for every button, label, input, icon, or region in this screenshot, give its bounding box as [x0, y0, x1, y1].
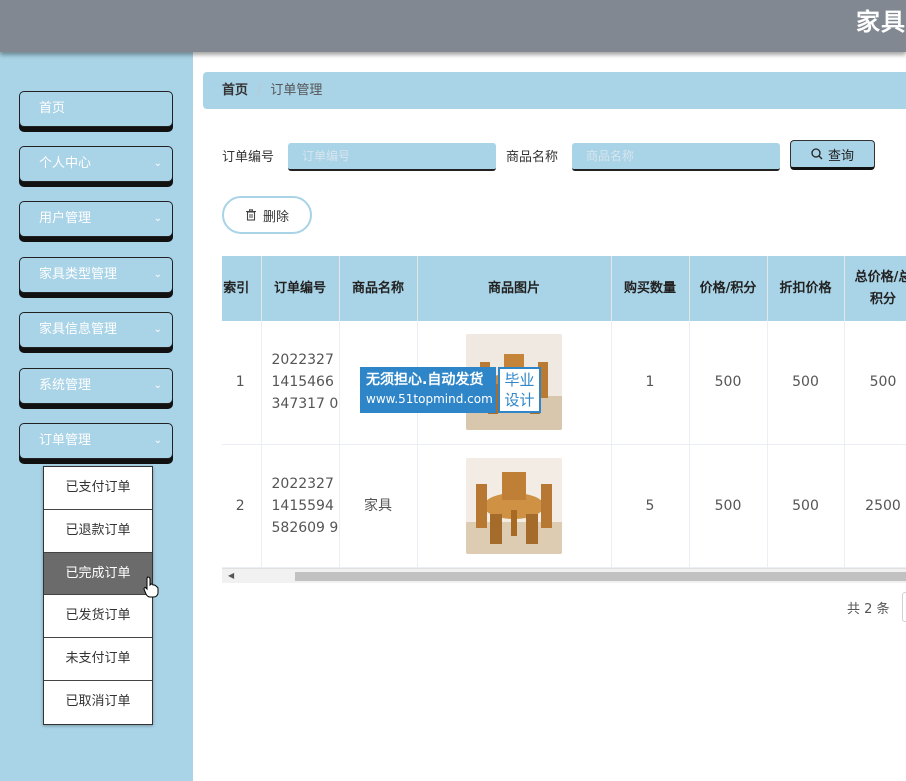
- order-number-label: 订单编号: [222, 150, 275, 165]
- product-image[interactable]: [466, 457, 562, 554]
- watermark-banner: 无须担心.自动发货 www.51topmind.com 毕业设计: [360, 367, 545, 413]
- column-header-order-no: 订单编号: [261, 256, 340, 321]
- sidebar-item-label: 订单管理: [39, 433, 92, 448]
- submenu-item-paid[interactable]: 已支付订单: [44, 467, 152, 510]
- cell-quantity: 1: [611, 321, 690, 445]
- cell-product-image: [417, 444, 612, 568]
- table-horizontal-scrollbar[interactable]: ◀: [222, 568, 906, 583]
- cell-discount: 500: [767, 444, 845, 568]
- top-header: 家具: [0, 0, 906, 52]
- query-button-label: 查询: [827, 148, 854, 164]
- hand-cursor-icon: [143, 576, 159, 598]
- page-size-select[interactable]: [902, 592, 906, 622]
- column-header-product-image: 商品图片: [417, 256, 612, 321]
- table-row[interactable]: 1 20223271415466347317 0 1 500 500 500: [222, 321, 906, 445]
- chevron-down-icon: ⌄: [153, 213, 162, 224]
- orders-table: 索引 订单编号 商品名称 商品图片 购买数量 价格/积分 折扣价格 总价格/总积…: [222, 256, 906, 568]
- sidebar-item-orders[interactable]: 订单管理 ⌄: [19, 423, 173, 459]
- pagination-total: 共 2 条: [847, 602, 890, 617]
- chevron-down-icon: ⌄: [153, 435, 162, 446]
- chevron-down-icon: ⌄: [153, 324, 162, 335]
- scrollbar-thumb[interactable]: [295, 572, 906, 581]
- submenu-item-shipped[interactable]: 已发货订单: [44, 595, 152, 639]
- watermark-line2: www.51topmind.com: [366, 392, 493, 406]
- column-header-index: 索引: [222, 256, 262, 321]
- sidebar-item-label: 家具类型管理: [39, 267, 118, 282]
- sidebar-item-personal-center[interactable]: 个人中心 ⌄: [19, 146, 173, 182]
- breadcrumb: 首页 / 订单管理: [203, 72, 906, 109]
- delete-button[interactable]: 删除: [222, 196, 312, 234]
- column-header-discount: 折扣价格: [767, 256, 845, 321]
- sidebar-item-system[interactable]: 系统管理 ⌄: [19, 368, 173, 404]
- watermark-badge: 毕业设计: [498, 367, 541, 413]
- sidebar-item-home[interactable]: 首页: [19, 91, 173, 127]
- submenu-item-cancelled[interactable]: 已取消订单: [44, 681, 152, 724]
- watermark-text: 无须担心.自动发货 www.51topmind.com: [360, 367, 496, 413]
- cell-discount: 500: [767, 321, 845, 445]
- table-header-row: 索引 订单编号 商品名称 商品图片 购买数量 价格/积分 折扣价格 总价格/总积…: [222, 256, 906, 321]
- cell-price: 500: [689, 321, 768, 445]
- cell-order-no: 20223271415594582609 9: [261, 444, 340, 568]
- table-row[interactable]: 2 20223271415594582609 9 家具 5 500 500 25…: [222, 444, 906, 568]
- sidebar-item-furniture-type[interactable]: 家具类型管理 ⌄: [19, 257, 173, 293]
- chevron-down-icon: ⌄: [153, 269, 162, 280]
- trash-icon: [245, 209, 256, 221]
- column-header-quantity: 购买数量: [611, 256, 690, 321]
- sidebar-item-label: 家具信息管理: [39, 322, 118, 337]
- query-button[interactable]: 查询: [790, 140, 875, 170]
- order-number-input[interactable]: [288, 143, 496, 171]
- column-header-product-name: 商品名称: [339, 256, 418, 321]
- watermark-line1: 无须担心.自动发货: [366, 372, 484, 388]
- product-name-input[interactable]: [572, 143, 780, 171]
- cell-price: 500: [689, 444, 768, 568]
- column-header-price: 价格/积分: [689, 256, 768, 321]
- product-name-label: 商品名称: [506, 150, 559, 165]
- chevron-down-icon: ⌄: [153, 380, 162, 391]
- cell-product-name: 家具: [339, 444, 418, 568]
- cell-quantity: 5: [611, 444, 690, 568]
- cell-total: 2500: [844, 444, 906, 568]
- sidebar-item-label: 个人中心: [39, 156, 92, 171]
- scroll-left-arrow-icon[interactable]: ◀: [228, 571, 234, 580]
- breadcrumb-separator: /: [257, 83, 262, 98]
- breadcrumb-home[interactable]: 首页: [222, 83, 248, 98]
- search-icon: [811, 148, 823, 160]
- breadcrumb-current: 订单管理: [270, 83, 323, 98]
- cell-index: 2: [222, 444, 262, 568]
- sidebar-item-user-management[interactable]: 用户管理 ⌄: [19, 201, 173, 237]
- cell-total: 500: [844, 321, 906, 445]
- cell-order-no: 20223271415466347317 0: [261, 321, 340, 445]
- submenu-item-unpaid[interactable]: 未支付订单: [44, 638, 152, 681]
- delete-button-label: 删除: [262, 209, 289, 225]
- sidebar-item-label: 系统管理: [39, 378, 92, 393]
- chevron-down-icon: ⌄: [153, 158, 162, 169]
- sidebar-item-label: 首页: [39, 101, 66, 116]
- sidebar-item-furniture-info[interactable]: 家具信息管理 ⌄: [19, 312, 173, 348]
- submenu-item-completed[interactable]: 已完成订单: [44, 552, 152, 596]
- submenu-item-refunded[interactable]: 已退款订单: [44, 510, 152, 553]
- app-title: 家具: [856, 8, 906, 36]
- sidebar-item-label: 用户管理: [39, 211, 92, 226]
- column-header-total: 总价格/总积分: [844, 256, 906, 321]
- orders-submenu: 已支付订单 已退款订单 已完成订单 已发货订单 未支付订单 已取消订单: [43, 466, 153, 725]
- cell-index: 1: [222, 321, 262, 445]
